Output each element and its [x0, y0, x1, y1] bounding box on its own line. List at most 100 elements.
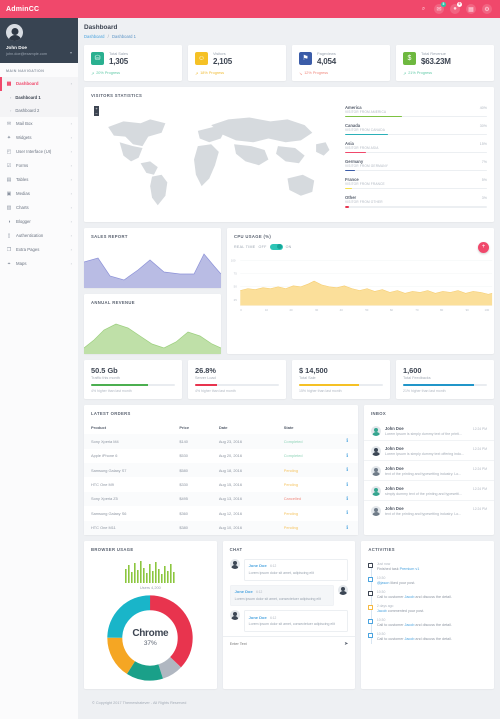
activity-link[interactable]: Jacob — [405, 637, 415, 641]
column-product: Product — [84, 421, 172, 434]
country-percent: 15% — [480, 142, 487, 146]
activity-link[interactable]: Jacob — [377, 609, 387, 613]
brand-logo[interactable]: AdminCC — [0, 6, 78, 13]
map-zoom-controls[interactable]: + − — [94, 106, 99, 117]
sidebar-item-tables[interactable]: ▤ Tables › — [0, 173, 78, 187]
sidebar-item-label: Dashboard — [16, 81, 38, 86]
trend-up-icon: ↗ — [91, 71, 94, 76]
table-row[interactable]: Sony Xperia M4 $140 Aug 23, 2016 Complet… — [84, 434, 358, 448]
breadcrumb-root[interactable]: Dashboard — [84, 34, 105, 39]
chevron-down-icon[interactable]: ▾ — [70, 50, 72, 55]
search-icon[interactable]: ⌕ — [419, 5, 428, 14]
stat-footer: ↗ 20% Progress — [91, 71, 175, 76]
metric-card-feedbacks: 1,600 Total Feedbacks 21% higher than la… — [396, 360, 494, 400]
table-row[interactable]: Samsung Galaxy S6 $360 Aug 12, 2016 Pend… — [84, 506, 358, 520]
chat-input[interactable] — [230, 642, 340, 646]
chat-message: Jone Doe 6:12 Lorem ipsum dolor sit amet… — [230, 559, 349, 581]
realtime-switch[interactable] — [270, 244, 283, 250]
avatar — [230, 610, 240, 620]
info-icon[interactable]: ℹ — [333, 449, 358, 463]
stat-label: Total Sales — [109, 51, 128, 56]
orders-inbox-row: LATEST ORDERS Product Price Date State — [84, 405, 494, 535]
send-icon[interactable]: ➤ — [344, 641, 348, 647]
sidebar-item-dashboard-1[interactable]: › Dashboard 1 — [0, 91, 78, 104]
info-icon[interactable]: ℹ — [333, 477, 358, 491]
chat-bubble: Jone Doe 6:12 Lorem ipsum dolor sit amet… — [244, 610, 349, 632]
list-item[interactable]: John Doe 12:24 PM text of the printing a… — [364, 500, 494, 520]
table-row[interactable]: Sony Xperia Z5 $495 Aug 13, 2016 Cancell… — [84, 492, 358, 506]
zoom-out-button[interactable]: − — [94, 111, 99, 116]
sidebar-item-widgets[interactable]: ✦ Widgets › — [0, 131, 78, 145]
status-badge: Pending — [277, 463, 334, 477]
sidebar-item-dashboard-2[interactable]: › Dashboard 2 — [0, 104, 78, 117]
sidebar-item-label: Charts — [16, 205, 29, 210]
sender-name: John Doe — [385, 506, 404, 511]
sidebar-item-mail-box[interactable]: ✉ Mail Box › — [0, 117, 78, 131]
table-row[interactable]: Apple iPhone 6 $530 Aug 20, 2016 Complet… — [84, 449, 358, 463]
activity-link[interactable]: @jason — [377, 581, 390, 585]
sidebar-item-maps[interactable]: ⌖ Maps › — [0, 257, 78, 271]
list-item[interactable]: John Doe 12:24 PM Lorem Ipsum is simply … — [364, 421, 494, 440]
trend-up-icon: ↗ — [195, 71, 198, 76]
sidebar-item-authentication[interactable]: ▯ Authentication › — [0, 229, 78, 243]
metric-card-server-load: 26.8% Server Load 4% higher than last mo… — [188, 360, 286, 400]
info-icon[interactable]: ℹ — [333, 463, 358, 477]
activity-link[interactable]: Jacob — [405, 623, 415, 627]
cpu-usage-chart: 100755025 0102030 40506070 8090100 — [227, 253, 494, 313]
info-icon[interactable]: ℹ — [333, 492, 358, 506]
zoom-in-button[interactable]: + — [94, 106, 99, 111]
timeline-dot-icon — [368, 577, 373, 582]
table-row[interactable]: HTC One M9 $330 Aug 15, 2016 Pending ℹ — [84, 477, 358, 491]
cell-date: Aug 23, 2016 — [212, 434, 277, 448]
gear-icon[interactable]: ⚙ — [482, 4, 492, 14]
sidebar-item-blogger[interactable]: ◑ Blogger › — [0, 215, 78, 229]
chat-input-row[interactable]: ➤ — [223, 636, 356, 651]
activity-link[interactable]: Jacob — [405, 595, 415, 599]
info-icon[interactable]: ℹ — [333, 506, 358, 520]
grid-icon[interactable]: ▦ — [466, 4, 476, 14]
mail-icon[interactable]: ✉ 5 — [434, 4, 444, 14]
chat-message: Jone Doe 6:12 Lorem ipsum dolor sit amet… — [230, 585, 349, 607]
list-item[interactable]: John Doe 12:24 PM simply dummy text of t… — [364, 480, 494, 500]
cell-price: $360 — [172, 506, 212, 520]
country-progress-bar — [345, 170, 487, 172]
sidebar-item-extra-pages[interactable]: ❐ Extra Pages › — [0, 243, 78, 257]
stat-card-total-revenue: $ Total Revenue $63.23M ↗ 21% Progress — [396, 45, 494, 81]
chat-time: 6:12 — [270, 564, 276, 568]
sidebar-item-charts[interactable]: ▥ Charts › — [0, 201, 78, 215]
info-icon[interactable]: ℹ — [333, 434, 358, 448]
card-title: ACTIVITIES — [361, 541, 494, 557]
activity-suffix: liked your post. — [390, 581, 415, 585]
cell-price: $330 — [172, 477, 212, 491]
country-progress-bar — [345, 152, 487, 154]
sidebar-item-medias[interactable]: ▣ Medias › — [0, 187, 78, 201]
metric-label: Traffic this month — [91, 376, 175, 380]
list-item[interactable]: John Doe 12:24 PM Lorem Ipsum is simply … — [364, 440, 494, 460]
table-row[interactable]: Samsung Galaxy S7 $580 Aug 18, 2016 Pend… — [84, 463, 358, 477]
grid-glyph: ▦ — [468, 6, 474, 13]
activity-text: @jason liked your post. — [377, 581, 415, 585]
sidebar-sub-label: Dashboard 2 — [15, 108, 39, 113]
info-icon[interactable]: ℹ — [333, 521, 358, 535]
bell-icon[interactable]: ● 9 — [450, 4, 460, 14]
activity-link[interactable]: Premium v1 — [400, 567, 420, 571]
activity-suffix: and discuss the detail. — [415, 623, 452, 627]
sidebar-item-forms[interactable]: ☑ Forms › — [0, 159, 78, 173]
cell-product: HTC One M11 — [84, 521, 172, 535]
table-row[interactable]: HTC One M11 $380 Aug 10, 2016 Pending ℹ — [84, 521, 358, 535]
pageviews-icon: ⚑ — [299, 52, 312, 65]
stat-label: Visitors — [213, 51, 232, 56]
message-time: 12:24 PM — [473, 467, 487, 471]
activity-text: Call to customer Jacob and discuss the d… — [377, 623, 452, 627]
metric-label: Total Feedbacks — [403, 376, 487, 380]
add-button-fab[interactable]: + — [478, 242, 489, 253]
sidebar-item-dashboard[interactable]: ▦ Dashboard › — [0, 77, 78, 91]
country-name: Germany — [345, 159, 363, 164]
chat-meta: Jone Doe 6:12 — [235, 589, 330, 595]
user-profile[interactable]: John Doe john.doe@example.com ▾ — [0, 18, 78, 63]
sidebar-item-user-interface[interactable]: ◰ User Interface (UI) › — [0, 145, 78, 159]
dollar-icon: $ — [403, 52, 416, 65]
status-badge: Completed — [277, 449, 334, 463]
list-item[interactable]: John Doe 12:24 PM text of the printing a… — [364, 460, 494, 480]
world-map[interactable]: + − — [91, 103, 339, 215]
